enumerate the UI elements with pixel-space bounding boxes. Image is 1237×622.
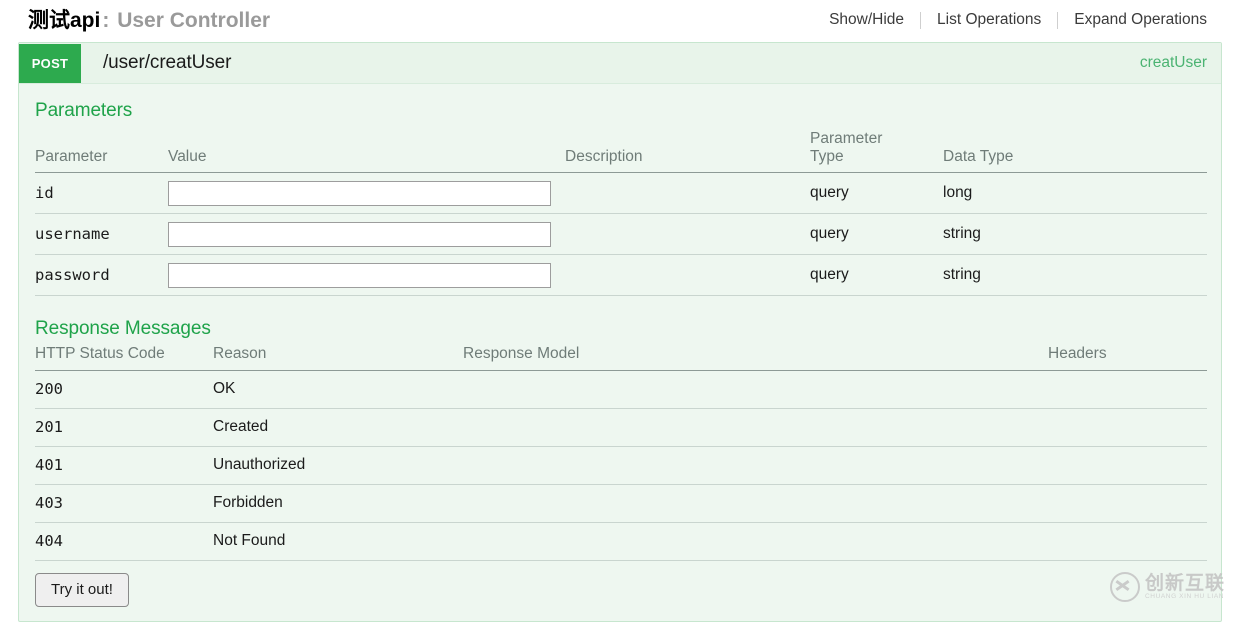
data-type-password: string [943, 255, 1207, 296]
username-input[interactable] [168, 222, 551, 247]
column-reason: Reason [213, 345, 463, 370]
status-code-200: 200 [35, 370, 213, 408]
parameter-name-username: username [35, 214, 168, 255]
expand-operations-link[interactable]: Expand Operations [1058, 11, 1207, 29]
status-code-201: 201 [35, 408, 213, 446]
response-model-201 [463, 408, 1048, 446]
data-type-id: long [943, 173, 1207, 214]
parameters-header-row: Parameter Value Description ParameterTyp… [35, 130, 1207, 173]
title-separator: : [100, 9, 111, 32]
column-parameter: Parameter [35, 130, 168, 173]
reason-200: OK [213, 370, 463, 408]
parameters-title: Parameters [35, 100, 1204, 122]
headers-403 [1048, 484, 1207, 522]
list-operations-link[interactable]: List Operations [921, 11, 1057, 29]
headers-201 [1048, 408, 1207, 446]
column-parameter-type-line2: Type [810, 148, 844, 165]
resource-description: User Controller [117, 9, 270, 32]
resource-header: 测试api: User Controller Show/Hide List Op… [0, 0, 1237, 40]
parameter-name-id: id [35, 173, 168, 214]
table-row: 404 Not Found [35, 522, 1207, 560]
response-messages-table: HTTP Status Code Reason Response Model H… [35, 345, 1207, 561]
headers-404 [1048, 522, 1207, 560]
response-model-404 [463, 522, 1048, 560]
operation-path[interactable]: /user/creatUser [103, 52, 231, 74]
table-row: 201 Created [35, 408, 1207, 446]
parameter-value-cell-username [168, 214, 565, 255]
response-messages-title: Response Messages [35, 318, 1204, 340]
column-parameter-type: ParameterType [810, 130, 943, 173]
reason-403: Forbidden [213, 484, 463, 522]
table-row: password query string [35, 255, 1207, 296]
http-method-badge: POST [19, 44, 81, 83]
parameter-type-id: query [810, 173, 943, 214]
reason-404: Not Found [213, 522, 463, 560]
table-row: 401 Unauthorized [35, 446, 1207, 484]
password-input[interactable] [168, 263, 551, 288]
parameter-description-username [565, 214, 810, 255]
column-http-status-code: HTTP Status Code [35, 345, 213, 370]
response-model-200 [463, 370, 1048, 408]
response-model-403 [463, 484, 1048, 522]
operation-heading[interactable]: POST /user/creatUser creatUser [19, 43, 1221, 84]
column-description: Description [565, 130, 810, 173]
table-row: username query string [35, 214, 1207, 255]
parameter-value-cell-password [168, 255, 565, 296]
show-hide-link[interactable]: Show/Hide [813, 11, 920, 29]
resource-name: 测试api [28, 9, 100, 32]
parameter-description-id [565, 173, 810, 214]
page-title: 测试api: User Controller [28, 10, 270, 31]
headers-200 [1048, 370, 1207, 408]
column-data-type: Data Type [943, 130, 1207, 173]
parameters-table: Parameter Value Description ParameterTyp… [35, 130, 1207, 296]
headers-401 [1048, 446, 1207, 484]
status-code-401: 401 [35, 446, 213, 484]
try-it-out-button[interactable]: Try it out! [35, 573, 129, 607]
parameter-type-password: query [810, 255, 943, 296]
operation-panel: POST /user/creatUser creatUser Parameter… [18, 42, 1222, 622]
table-row: 403 Forbidden [35, 484, 1207, 522]
table-row: 200 OK [35, 370, 1207, 408]
resource-nav-options: Show/Hide List Operations Expand Operati… [813, 11, 1207, 29]
reason-201: Created [213, 408, 463, 446]
column-parameter-type-line1: Parameter [810, 130, 882, 147]
parameter-value-cell-id [168, 173, 565, 214]
reason-401: Unauthorized [213, 446, 463, 484]
response-model-401 [463, 446, 1048, 484]
parameter-name-password: password [35, 255, 168, 296]
data-type-username: string [943, 214, 1207, 255]
responses-header-row: HTTP Status Code Reason Response Model H… [35, 345, 1207, 370]
status-code-403: 403 [35, 484, 213, 522]
id-input[interactable] [168, 181, 551, 206]
column-headers: Headers [1048, 345, 1207, 370]
parameter-type-username: query [810, 214, 943, 255]
column-value: Value [168, 130, 565, 173]
column-response-model: Response Model [463, 345, 1048, 370]
table-row: id query long [35, 173, 1207, 214]
parameter-description-password [565, 255, 810, 296]
operation-nickname: creatUser [1140, 54, 1207, 72]
status-code-404: 404 [35, 522, 213, 560]
operation-content: Parameters Parameter Value Description P… [19, 84, 1221, 621]
try-it-out-container: Try it out! [35, 561, 1204, 607]
